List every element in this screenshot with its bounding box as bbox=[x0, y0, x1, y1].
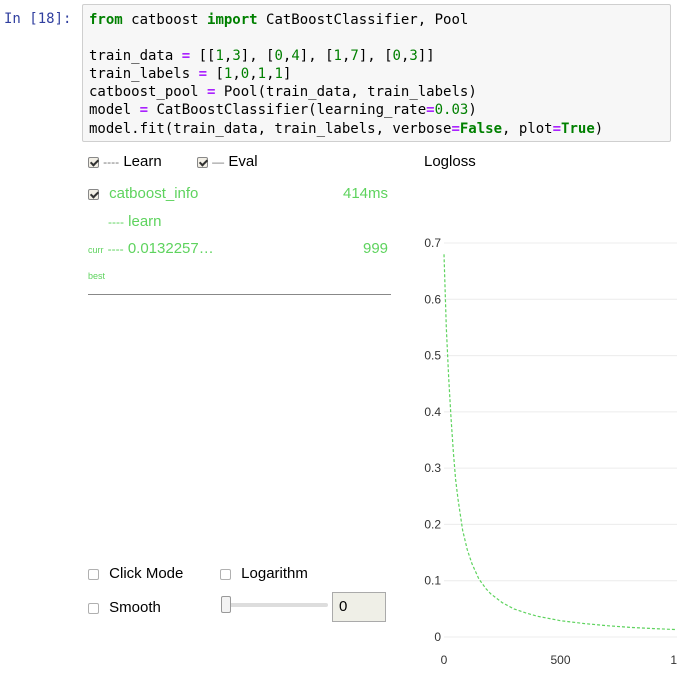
smooth-checkbox[interactable] bbox=[88, 602, 99, 614]
logloss-chart[interactable]: 0 0.1 0.2 0.3 0.4 0.5 0.6 0.7 0 500 10 bbox=[400, 225, 677, 675]
smooth-toggle[interactable]: Smooth bbox=[88, 599, 161, 616]
legend-eval[interactable]: — Eval bbox=[197, 153, 258, 170]
learn-checkbox[interactable] bbox=[88, 156, 99, 168]
best-tag: best bbox=[88, 271, 106, 281]
run-row[interactable]: catboost_info bbox=[88, 185, 198, 202]
y-tick-label: 0.5 bbox=[424, 349, 441, 363]
curr-iteration: 999 bbox=[363, 240, 389, 257]
x-tick-label: 500 bbox=[550, 653, 570, 667]
y-tick-label: 0.7 bbox=[424, 236, 441, 250]
logarithm-label: Logarithm bbox=[241, 565, 308, 582]
logarithm-toggle[interactable]: Logarithm bbox=[220, 565, 308, 582]
click-mode-checkbox[interactable] bbox=[88, 568, 99, 580]
click-mode-label: Click Mode bbox=[109, 565, 184, 582]
click-mode-toggle[interactable]: Click Mode bbox=[88, 565, 183, 582]
y-tick-label: 0 bbox=[434, 630, 441, 644]
code-line: train_data = [[1,3], [0,4], [1,7], [0,3]… bbox=[89, 48, 435, 65]
run-name: catboost_info bbox=[109, 185, 199, 202]
run-time: 414ms bbox=[343, 185, 389, 202]
run-checkbox[interactable] bbox=[88, 188, 99, 200]
y-tick-label: 0.2 bbox=[424, 517, 441, 531]
code-line: catboost_pool = Pool(train_data, train_l… bbox=[89, 84, 477, 101]
smooth-slider-track[interactable] bbox=[226, 603, 328, 607]
learn-legend-label: Learn bbox=[123, 153, 162, 170]
learn-dash-icon: ---- bbox=[103, 155, 120, 169]
curr-value: 0.0132257… bbox=[127, 240, 214, 257]
curr-dash-icon: ---- bbox=[107, 242, 124, 256]
code-line: from catboost import CatBoostClassifier,… bbox=[89, 12, 469, 28]
learn-sub-dash-icon: ---- bbox=[108, 215, 124, 229]
logarithm-checkbox[interactable] bbox=[220, 568, 231, 580]
code-line: train_labels = [1,0,1,1] bbox=[89, 66, 292, 83]
learn-series-line bbox=[443, 254, 677, 631]
y-tick-label: 0.6 bbox=[424, 292, 441, 306]
curr-tag: curr bbox=[88, 245, 104, 255]
code-line: model = CatBoostClassifier(learning_rate… bbox=[89, 102, 477, 119]
curr-row: curr ---- 0.0132257… bbox=[88, 240, 214, 257]
y-tick-label: 0.4 bbox=[424, 405, 441, 419]
smooth-value-input[interactable]: 0 bbox=[332, 592, 386, 622]
chart-title: Logloss bbox=[424, 153, 476, 170]
smooth-slider-handle[interactable] bbox=[221, 596, 231, 613]
eval-dash-icon: — bbox=[212, 155, 225, 169]
code-editor[interactable]: from catboost import CatBoostClassifier,… bbox=[82, 4, 671, 142]
code-line: model.fit(train_data, train_labels, verb… bbox=[89, 120, 604, 137]
learn-sub-row: ---- learn bbox=[108, 213, 162, 230]
y-tick-label: 0.1 bbox=[424, 574, 441, 588]
eval-checkbox[interactable] bbox=[197, 156, 208, 168]
learn-sub-label: learn bbox=[128, 213, 162, 230]
y-tick-label: 0.3 bbox=[424, 461, 441, 475]
cell-prompt: In [18]: bbox=[4, 11, 72, 27]
x-tick-label: 10 bbox=[670, 653, 677, 667]
eval-legend-label: Eval bbox=[228, 153, 258, 170]
smooth-label: Smooth bbox=[109, 599, 161, 616]
legend-learn[interactable]: ---- Learn bbox=[88, 153, 162, 170]
divider bbox=[88, 294, 391, 295]
x-tick-label: 0 bbox=[441, 653, 448, 667]
